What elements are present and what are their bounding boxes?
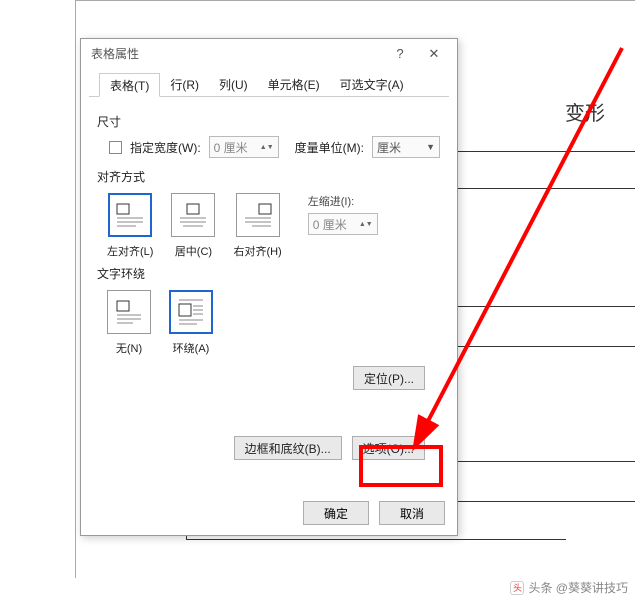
table-properties-dialog: 表格属性 ? ✕ 表格(T) 行(R) 列(U) 单元格(E) 可选文字(A) …	[80, 38, 458, 536]
align-center-label: 居中(C)	[175, 243, 212, 259]
tab-row: 表格(T) 行(R) 列(U) 单元格(E) 可选文字(A)	[89, 73, 449, 97]
positioning-button[interactable]: 定位(P)...	[353, 366, 425, 390]
align-center-icon	[179, 201, 207, 229]
ok-button[interactable]: 确定	[303, 501, 369, 525]
wrap-none-option[interactable]	[107, 290, 151, 334]
align-center-option[interactable]	[171, 193, 215, 237]
unit-label: 度量单位(M):	[295, 139, 364, 156]
tab-row-t[interactable]: 行(R)	[160, 73, 209, 96]
close-button[interactable]: ✕	[417, 39, 451, 69]
unit-value: 厘米	[377, 139, 401, 156]
options-button[interactable]: 选项(O)...	[352, 436, 425, 460]
indent-label: 左缩进(I):	[308, 193, 378, 209]
align-left-option[interactable]	[108, 193, 152, 237]
align-right-label: 右对齐(H)	[233, 243, 281, 259]
wrap-around-icon	[177, 298, 205, 326]
wrap-label: 文字环绕	[97, 265, 441, 282]
align-left-icon	[116, 201, 144, 229]
align-label: 对齐方式	[97, 168, 441, 185]
spinner-icon[interactable]: ▲▼	[359, 221, 373, 228]
tab-cell[interactable]: 单元格(E)	[258, 73, 330, 96]
doc-rule	[186, 539, 566, 540]
watermark: 头 头条 @葵葵讲技巧	[510, 579, 628, 596]
width-checkbox[interactable]	[109, 141, 122, 154]
wrap-around-label: 环绕(A)	[173, 340, 210, 356]
chevron-down-icon: ▼	[426, 142, 435, 152]
tab-col[interactable]: 列(U)	[209, 73, 258, 96]
dialog-footer: 确定 取消	[303, 501, 445, 525]
borders-shading-button[interactable]: 边框和底纹(B)...	[234, 436, 342, 460]
spinner-icon[interactable]: ▲▼	[260, 144, 274, 151]
help-button[interactable]: ?	[383, 39, 417, 69]
watermark-icon: 头	[510, 581, 524, 595]
wrap-none-label: 无(N)	[116, 340, 142, 356]
indent-input[interactable]: 0 厘米 ▲▼	[308, 213, 378, 235]
width-input[interactable]: 0 厘米 ▲▼	[209, 136, 279, 158]
cancel-button[interactable]: 取消	[379, 501, 445, 525]
watermark-text: 头条 @葵葵讲技巧	[528, 579, 628, 596]
unit-select[interactable]: 厘米 ▼	[372, 136, 440, 158]
wrap-none-icon	[115, 298, 143, 326]
width-value: 0 厘米	[214, 139, 248, 156]
dialog-title: 表格属性	[91, 39, 139, 69]
tab-alttext[interactable]: 可选文字(A)	[330, 73, 414, 96]
tab-table[interactable]: 表格(T)	[99, 73, 160, 97]
size-label: 尺寸	[97, 113, 441, 130]
align-right-option[interactable]	[236, 193, 280, 237]
align-right-icon	[244, 201, 272, 229]
titlebar: 表格属性 ? ✕	[81, 39, 457, 69]
wrap-around-option[interactable]	[169, 290, 213, 334]
dialog-body: 尺寸 指定宽度(W): 0 厘米 ▲▼ 度量单位(M): 厘米 ▼ 对齐方式 左…	[81, 97, 457, 470]
indent-value: 0 厘米	[313, 216, 347, 233]
width-chk-label: 指定宽度(W):	[130, 139, 201, 156]
doc-fragment-text: 变形	[565, 97, 605, 126]
align-left-label: 左对齐(L)	[107, 243, 153, 259]
